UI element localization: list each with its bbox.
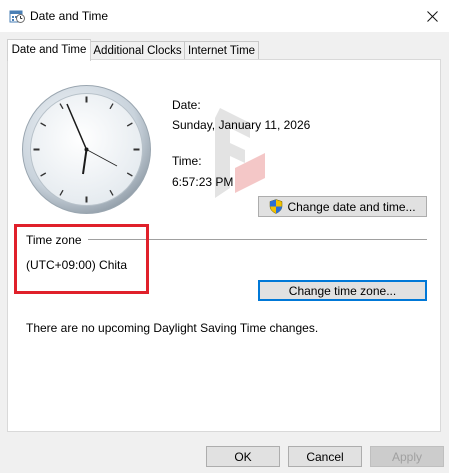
- apply-label: Apply: [391, 449, 423, 464]
- dialog-footer: OK Cancel Apply: [0, 432, 449, 473]
- cancel-label: Cancel: [306, 449, 344, 464]
- date-label: Date:: [172, 98, 201, 112]
- tab-label: Additional Clocks: [93, 45, 182, 57]
- date-value: Sunday, January 11, 2026: [172, 118, 311, 132]
- ok-button[interactable]: OK: [206, 446, 280, 467]
- date-time-icon: [9, 10, 25, 23]
- change-time-zone-button[interactable]: Change time zone...: [258, 280, 427, 301]
- close-button[interactable]: [415, 0, 449, 32]
- uac-shield-icon: [270, 199, 283, 214]
- tab-internet-time[interactable]: Internet Time: [184, 41, 259, 60]
- window-title: Date and Time: [30, 9, 109, 23]
- apply-button[interactable]: Apply: [370, 446, 444, 467]
- tab-label: Date and Time: [11, 44, 87, 56]
- ok-label: OK: [234, 449, 252, 464]
- tab-date-and-time[interactable]: Date and Time: [7, 39, 91, 61]
- title-bar: Date and Time: [0, 0, 449, 32]
- time-label: Time:: [172, 154, 202, 168]
- watermark-logo: [215, 108, 265, 198]
- highlight-box: [14, 224, 149, 294]
- change-date-time-label: Change date and time...: [287, 199, 416, 214]
- tab-label: Internet Time: [187, 45, 256, 57]
- cancel-button[interactable]: Cancel: [288, 446, 362, 467]
- time-value: 6:57:23 PM: [172, 175, 234, 189]
- analog-clock: [22, 85, 151, 214]
- change-time-zone-label: Change time zone...: [288, 283, 397, 298]
- dst-message: There are no upcoming Daylight Saving Ti…: [26, 321, 319, 335]
- change-date-time-button[interactable]: Change date and time...: [258, 196, 427, 217]
- tab-additional-clocks[interactable]: Additional Clocks: [90, 41, 185, 60]
- close-icon: [426, 10, 438, 22]
